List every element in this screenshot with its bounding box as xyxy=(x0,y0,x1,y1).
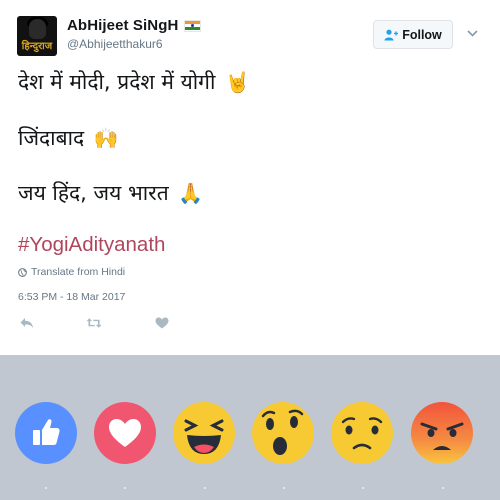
reply-icon[interactable] xyxy=(18,316,34,330)
tweet-timestamp[interactable]: 6:53 PM - 18 Mar 2017 xyxy=(18,291,125,303)
love-reaction-icon[interactable] xyxy=(94,402,156,464)
name-row: AbHijeet SiNgH xyxy=(67,17,202,34)
display-name[interactable]: AbHijeet SiNgH xyxy=(67,17,178,34)
india-flag-icon xyxy=(184,19,202,32)
translate-link[interactable]: Translate from Hindi xyxy=(18,266,125,278)
retweet-icon[interactable] xyxy=(86,316,102,330)
tweet-text-line: जय हिंद, जय भारत 🙏 xyxy=(18,179,203,207)
angry-reaction-icon[interactable] xyxy=(411,402,473,464)
avatar[interactable]: हिन्दुराज xyxy=(17,16,57,56)
tweet-line-text: जय हिंद, जय भारत xyxy=(18,181,169,205)
chevron-down-icon[interactable] xyxy=(464,25,480,41)
follow-label: Follow xyxy=(402,27,442,42)
haha-reaction-icon[interactable] xyxy=(173,402,235,464)
like-heart-icon[interactable] xyxy=(154,316,170,330)
tweet-line-text: जिंदाबाद xyxy=(18,126,85,150)
user-handle[interactable]: @Abhijeetthakur6 xyxy=(67,37,163,51)
hashtag-link[interactable]: #YogiAdityanath xyxy=(18,233,165,257)
tweet-text-line: देश में मोदी, प्रदेश में योगी 🤘 xyxy=(18,68,250,96)
avatar-logo-text: हिन्दुराज xyxy=(21,41,53,52)
wow-reaction-icon[interactable] xyxy=(252,402,314,464)
tweet-card: हिन्दुराज AbHijeet SiNgH @Abhijeetthakur… xyxy=(0,0,500,355)
translate-label: Translate from Hindi xyxy=(31,266,126,278)
tweet-line-text: देश में मोदी, प्रदेश में योगी xyxy=(18,70,216,94)
tweet-actions xyxy=(18,316,222,330)
avatar-face-shape xyxy=(29,19,46,39)
tweet-text-line: जिंदाबाद 🙌 xyxy=(18,124,119,152)
folded-hands-icon: 🙏 xyxy=(178,181,204,205)
raised-hands-icon: 🙌 xyxy=(93,126,119,150)
add-user-icon xyxy=(384,29,399,40)
follow-button[interactable]: Follow xyxy=(373,20,453,49)
like-reaction-icon[interactable] xyxy=(15,402,77,464)
rock-hand-icon: 🤘 xyxy=(225,70,251,94)
globe-icon xyxy=(18,267,27,277)
reaction-indicator-dots xyxy=(0,487,500,491)
sad-reaction-icon[interactable] xyxy=(331,402,393,464)
